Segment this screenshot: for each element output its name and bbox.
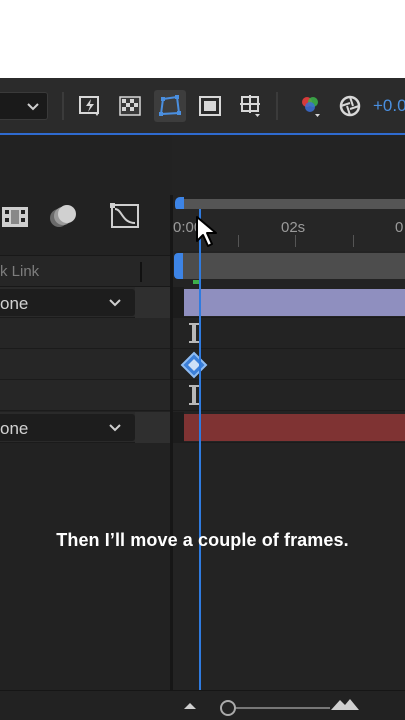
transparency-grid-icon: [119, 96, 141, 116]
layer-track[interactable]: [173, 287, 405, 318]
zoom-out-mountain-icon[interactable]: [182, 700, 200, 710]
toolbar-separator: [62, 92, 64, 120]
column-header-row: k Link: [0, 255, 172, 287]
timeline-area[interactable]: 0:00 02s 0: [173, 135, 405, 720]
timeline-zoom-bar: [0, 690, 405, 720]
film-strip-icon: [2, 207, 28, 227]
frame-blending-button[interactable]: [0, 199, 34, 233]
after-effects-window: +0.0 k Link one one 0:00 02s 0 Then I’ll…: [0, 78, 405, 720]
video-caption: Then I’ll move a couple of frames.: [56, 530, 349, 550]
color-channels-icon: [302, 97, 320, 117]
guides-grid-button[interactable]: [234, 90, 266, 122]
region-of-interest-button[interactable]: [194, 90, 226, 122]
column-divider: [140, 262, 142, 282]
parent-link-column-header: k Link: [0, 263, 40, 280]
keyframe-diamond-icon[interactable]: [180, 351, 208, 379]
property-track[interactable]: [173, 349, 405, 380]
work-area-bar[interactable]: [179, 199, 405, 209]
ruler-tick: [238, 235, 239, 247]
property-track[interactable]: [173, 318, 405, 349]
property-row[interactable]: [0, 318, 172, 349]
graph-editor-button[interactable]: [108, 199, 142, 233]
time-navigator-start-handle[interactable]: [174, 253, 183, 279]
zoom-slider-track[interactable]: [230, 707, 330, 709]
chevron-down-icon: [27, 103, 39, 111]
transparency-grid-button[interactable]: [114, 90, 146, 122]
region-of-interest-icon: [199, 96, 221, 116]
property-row[interactable]: [0, 349, 172, 380]
layer-track[interactable]: [173, 412, 405, 443]
property-track[interactable]: [173, 380, 405, 411]
motion-blur-button[interactable]: [46, 199, 80, 233]
magnification-dropdown[interactable]: [0, 92, 48, 120]
time-navigator-bar[interactable]: [179, 253, 405, 279]
zoom-in-mountain-icon[interactable]: [330, 697, 360, 711]
column-spacer: [135, 287, 170, 318]
layer-duration-bar[interactable]: [184, 414, 405, 441]
mouse-cursor-icon: [196, 216, 217, 247]
chevron-down-icon: [109, 299, 121, 307]
exposure-value[interactable]: +0.0: [373, 96, 405, 116]
track-gap: [173, 412, 184, 443]
ruler-label: 0: [395, 219, 404, 236]
layer-row[interactable]: one: [0, 287, 172, 318]
reset-exposure-button[interactable]: [334, 90, 366, 122]
ruler-tick: [295, 235, 296, 247]
mask-visibility-button[interactable]: [154, 90, 186, 122]
show-channel-button[interactable]: [294, 90, 326, 122]
graph-editor-icon: [110, 203, 139, 228]
mask-path-icon: [159, 95, 181, 116]
guides-grid-icon: [240, 95, 260, 117]
toolbar-separator: [276, 92, 278, 120]
ruler-tick: [353, 235, 354, 247]
track-gap: [173, 287, 184, 318]
parent-dropdown-value: one: [0, 294, 29, 313]
layer-duration-bar[interactable]: [184, 289, 405, 316]
timeline-panel: k Link one one 0:00 02s 0 Then I’ll move…: [0, 135, 405, 720]
layer-row[interactable]: one: [0, 412, 172, 443]
composition-toolbar: +0.0: [0, 78, 405, 135]
fast-preview-icon: [79, 96, 99, 116]
exposure-icon: [339, 95, 361, 117]
current-time-indicator[interactable]: [199, 209, 201, 720]
parent-dropdown[interactable]: one: [0, 289, 135, 316]
column-spacer: [135, 412, 170, 443]
parent-dropdown-value: one: [0, 419, 29, 438]
fast-preview-button[interactable]: [74, 90, 106, 122]
layer-columns: k Link one one: [0, 135, 172, 720]
ruler-label: 02s: [281, 219, 306, 236]
video-top-margin: [0, 0, 405, 78]
property-row[interactable]: [0, 380, 172, 411]
parent-dropdown[interactable]: one: [0, 414, 135, 441]
chevron-down-icon: [109, 424, 121, 432]
motion-blur-icon: [50, 205, 76, 227]
zoom-slider-knob[interactable]: [220, 700, 236, 716]
